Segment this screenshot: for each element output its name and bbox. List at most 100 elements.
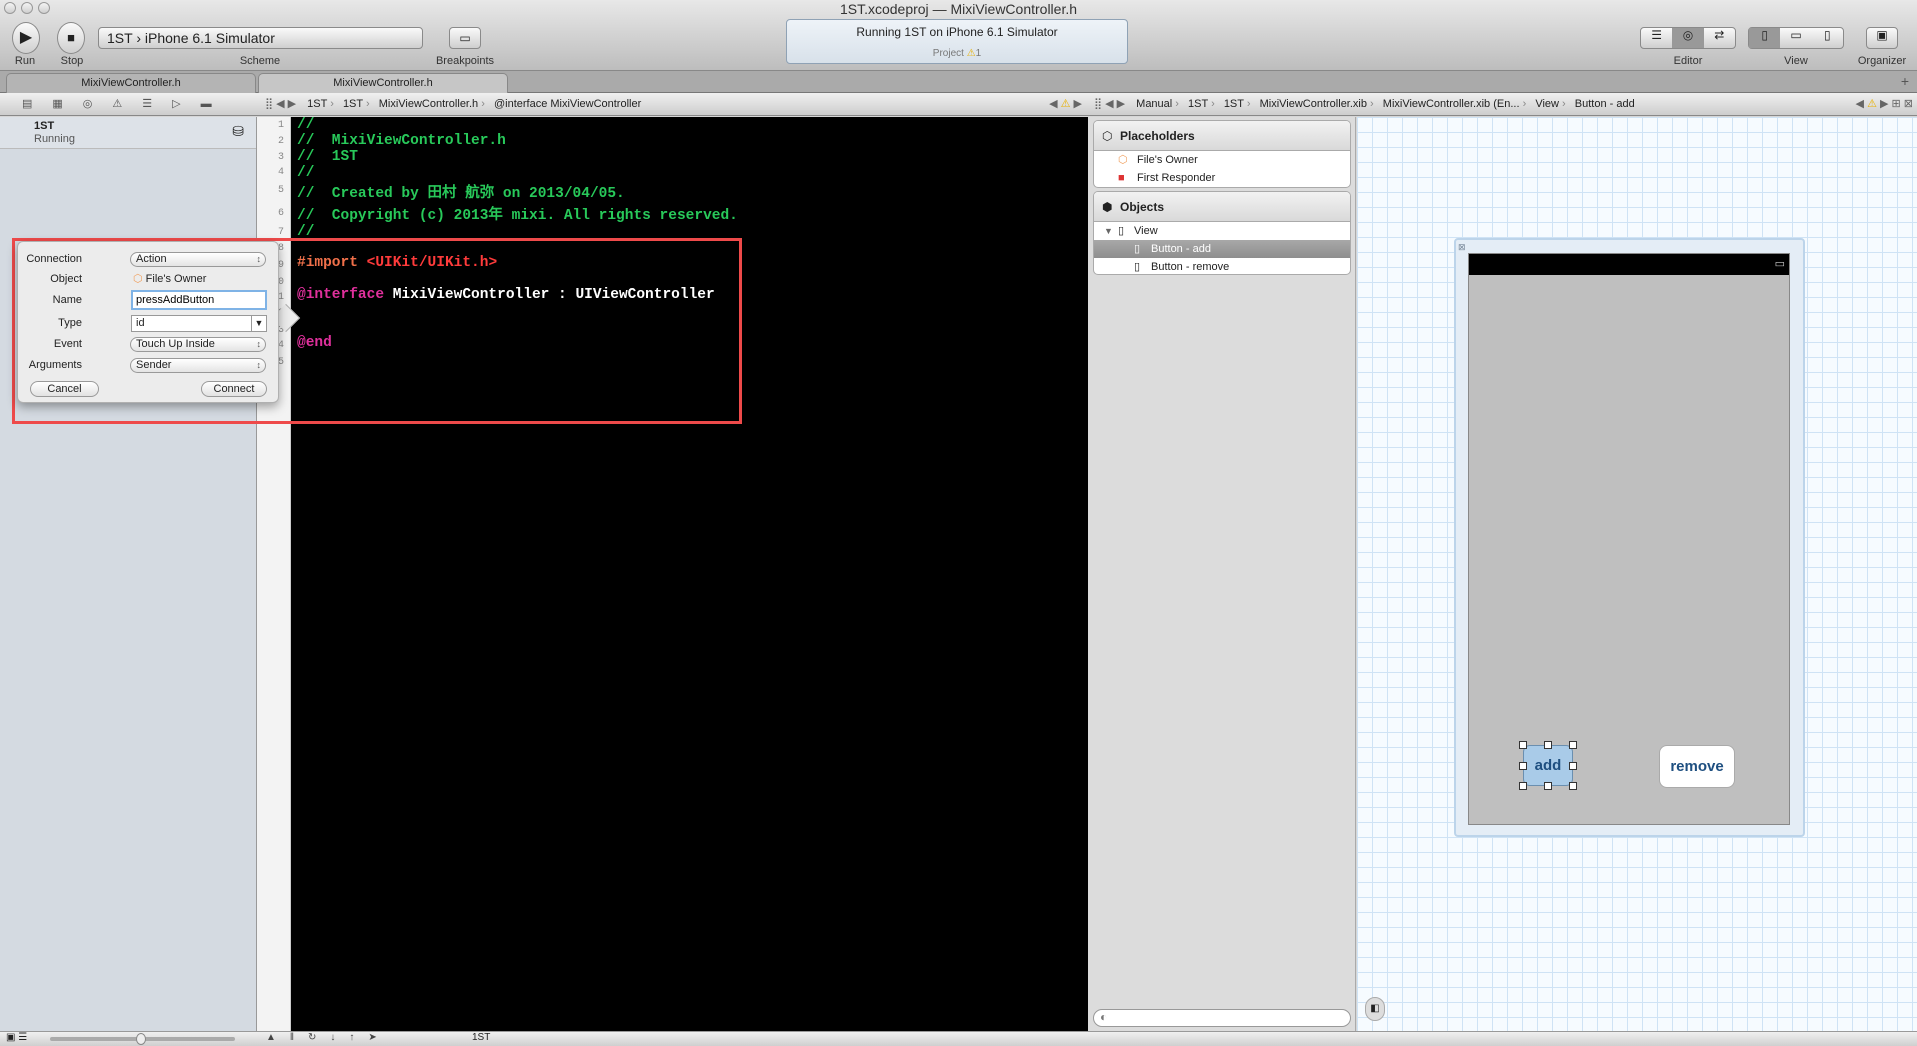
type-combobox[interactable]: id ▼ [131, 315, 267, 332]
debug-controls-icons[interactable]: ▲‖↻↓↑➤ [266, 1032, 391, 1043]
breadcrumb-xib-localized[interactable]: MixiViewController.xib (En... [1383, 93, 1526, 115]
debug-area-toggle-icon[interactable]: ▭ [1780, 28, 1811, 48]
scheme-label: Scheme [239, 55, 281, 67]
related-items-icon[interactable]: ⣿ ◀ ▶ [265, 98, 296, 110]
version-editor-icon[interactable]: ⇄ [1704, 28, 1735, 48]
code-line: // Created by 田村 航弥 on 2013/04/05. [297, 186, 625, 202]
event-select[interactable]: Touch Up Inside [130, 337, 266, 352]
files-owner-icon: ⬡ [133, 273, 143, 285]
jump-bar-primary: ⣿ ◀ ▶ 1ST 1ST MixiViewController.h @inte… [257, 93, 1088, 116]
process-row[interactable]: 1ST Running ⛁ [0, 117, 256, 149]
remove-button[interactable]: remove [1659, 745, 1735, 788]
chevron-down-icon: ▼ [251, 316, 266, 331]
breadcrumb-symbol[interactable]: @interface MixiViewController [494, 98, 641, 110]
add-tab-icon[interactable]: + [1901, 73, 1909, 89]
breadcrumb-button-add[interactable]: Button - add [1575, 98, 1635, 110]
line-number: 7 [277, 227, 284, 238]
outline-first-responder[interactable]: ■ First Responder [1094, 169, 1350, 187]
interface-builder-canvas[interactable]: ⊠ ▭ add remove ◧ [1357, 117, 1917, 1031]
outline-filter-input[interactable]: ◐ [1093, 1009, 1351, 1027]
organizer-button[interactable]: ▣ [1866, 27, 1898, 49]
scheme-selector[interactable]: 1ST › iPhone 6.1 Simulator [98, 27, 423, 49]
standard-editor-icon[interactable]: ☰ [1641, 28, 1672, 48]
resize-handle[interactable] [1544, 782, 1552, 790]
resize-handle[interactable] [1519, 741, 1527, 749]
add-button[interactable]: add [1523, 745, 1573, 786]
breadcrumb-group[interactable]: 1ST [1224, 93, 1251, 115]
arguments-select[interactable]: Sender [130, 358, 266, 373]
resize-handle[interactable] [1544, 741, 1552, 749]
resize-handle[interactable] [1569, 762, 1577, 770]
run-button[interactable]: ▶ [12, 22, 40, 54]
breadcrumb-project[interactable]: 1ST [307, 93, 334, 115]
outline-button-remove[interactable]: ▯ Button - remove [1094, 258, 1350, 274]
issue-indicator[interactable]: Project ⚠1 [787, 48, 1127, 59]
editor-segmented-control[interactable]: ☰ ◎ ⇄ [1640, 27, 1736, 49]
navigator-icons[interactable]: ▤▦◎⚠☰▷▬ [22, 98, 232, 110]
debug-toggle-icon[interactable]: ▣ ☰ [6, 1032, 27, 1043]
editor-label: Editor [1673, 55, 1703, 67]
line-number: 3 [277, 152, 284, 163]
outline-button-add[interactable]: ▯ Button - add [1094, 240, 1350, 258]
arguments-label: Arguments [28, 359, 82, 371]
code-line: // [297, 165, 315, 181]
stop-button[interactable]: ■ [57, 22, 85, 54]
breadcrumb-group[interactable]: 1ST [343, 93, 370, 115]
view-segmented-control[interactable]: ▯ ▭ ▯ [1748, 27, 1844, 49]
navigator-toggle-icon[interactable]: ▯ [1749, 28, 1781, 48]
resize-handle[interactable] [1519, 782, 1527, 790]
breakpoints-button[interactable]: ▭ [449, 27, 481, 49]
name-label: Name [52, 294, 82, 306]
name-input[interactable] [131, 290, 267, 310]
toolbar: 1ST.xcodeproj — MixiViewController.h ▶ ■… [0, 0, 1917, 71]
tab-mixiviewcontroller-h-1[interactable]: MixiViewController.h [6, 73, 256, 93]
utilities-toggle-icon[interactable]: ▯ [1812, 28, 1843, 48]
debug-target-label: 1ST [472, 1032, 491, 1043]
button-object-icon: ▯ [1134, 243, 1141, 255]
play-icon: ▶ [19, 29, 33, 46]
window-title: 1ST.xcodeproj — MixiViewController.h [839, 1, 1078, 17]
resize-handle[interactable] [1519, 762, 1527, 770]
breadcrumb-xib[interactable]: MixiViewController.xib [1260, 93, 1374, 115]
cancel-button[interactable]: Cancel [30, 381, 99, 397]
breadcrumb-view[interactable]: View [1535, 93, 1565, 115]
cube-icon: ⬢ [1102, 200, 1113, 214]
slider-thumb [136, 1033, 146, 1045]
run-label: Run [14, 55, 36, 67]
outline-files-owner[interactable]: ⬡ File's Owner [1094, 151, 1350, 169]
assistant-controls-icon[interactable]: ◀ ⚠ ▶ ⊞ ⊠ [1856, 93, 1913, 115]
warning-icon: ⚠ [966, 48, 976, 59]
tab-mixiviewcontroller-h-2[interactable]: MixiViewController.h [258, 73, 508, 93]
process-options-icon[interactable]: ⛁ [232, 123, 244, 140]
resize-handle[interactable] [1569, 782, 1577, 790]
objects-section: ⬢ Objects ▼ ▯ View ▯ Button - add ▯ Button - … [1093, 191, 1351, 275]
breadcrumb-file[interactable]: MixiViewController.h [379, 93, 485, 115]
process-name: 1ST [34, 120, 55, 132]
resize-handle[interactable] [1569, 741, 1577, 749]
connection-select[interactable]: Action [130, 252, 266, 267]
related-items-icon[interactable]: ⣿ ◀ ▶ [1094, 98, 1125, 110]
process-status: Running [34, 133, 75, 145]
outline-view[interactable]: ▼ ▯ View [1094, 222, 1350, 240]
battery-icon: ▭ [1774, 258, 1785, 270]
line-number: 6 [277, 208, 284, 219]
assistant-editor-icon[interactable]: ◎ [1672, 28, 1704, 48]
outline-toggle-button[interactable]: ◧ [1365, 997, 1385, 1021]
stop-icon: ■ [67, 30, 75, 45]
iphone-view[interactable]: ▭ add remove [1468, 253, 1790, 825]
object-label: Object [50, 273, 82, 285]
issue-nav-icon[interactable]: ◀ ⚠ ▶ [1049, 93, 1082, 115]
zoom-slider[interactable] [50, 1033, 235, 1045]
placeholders-header: ⬡ Placeholders [1094, 121, 1350, 151]
breadcrumb-project[interactable]: 1ST [1188, 93, 1215, 115]
activity-viewer: Running 1ST on iPhone 6.1 Simulator Proj… [786, 19, 1128, 64]
status-bar: ▭ [1469, 254, 1789, 275]
activity-status: Running 1ST on iPhone 6.1 Simulator [856, 25, 1058, 39]
stop-label: Stop [60, 55, 84, 67]
line-number: 1 [277, 120, 284, 131]
files-owner-icon: ⬡ [1118, 154, 1128, 166]
filter-icon: ◐ [1100, 1010, 1108, 1024]
connect-button[interactable]: Connect [201, 381, 267, 397]
close-view-icon[interactable]: ⊠ [1458, 242, 1466, 253]
breadcrumb-manual[interactable]: Manual [1136, 93, 1179, 115]
